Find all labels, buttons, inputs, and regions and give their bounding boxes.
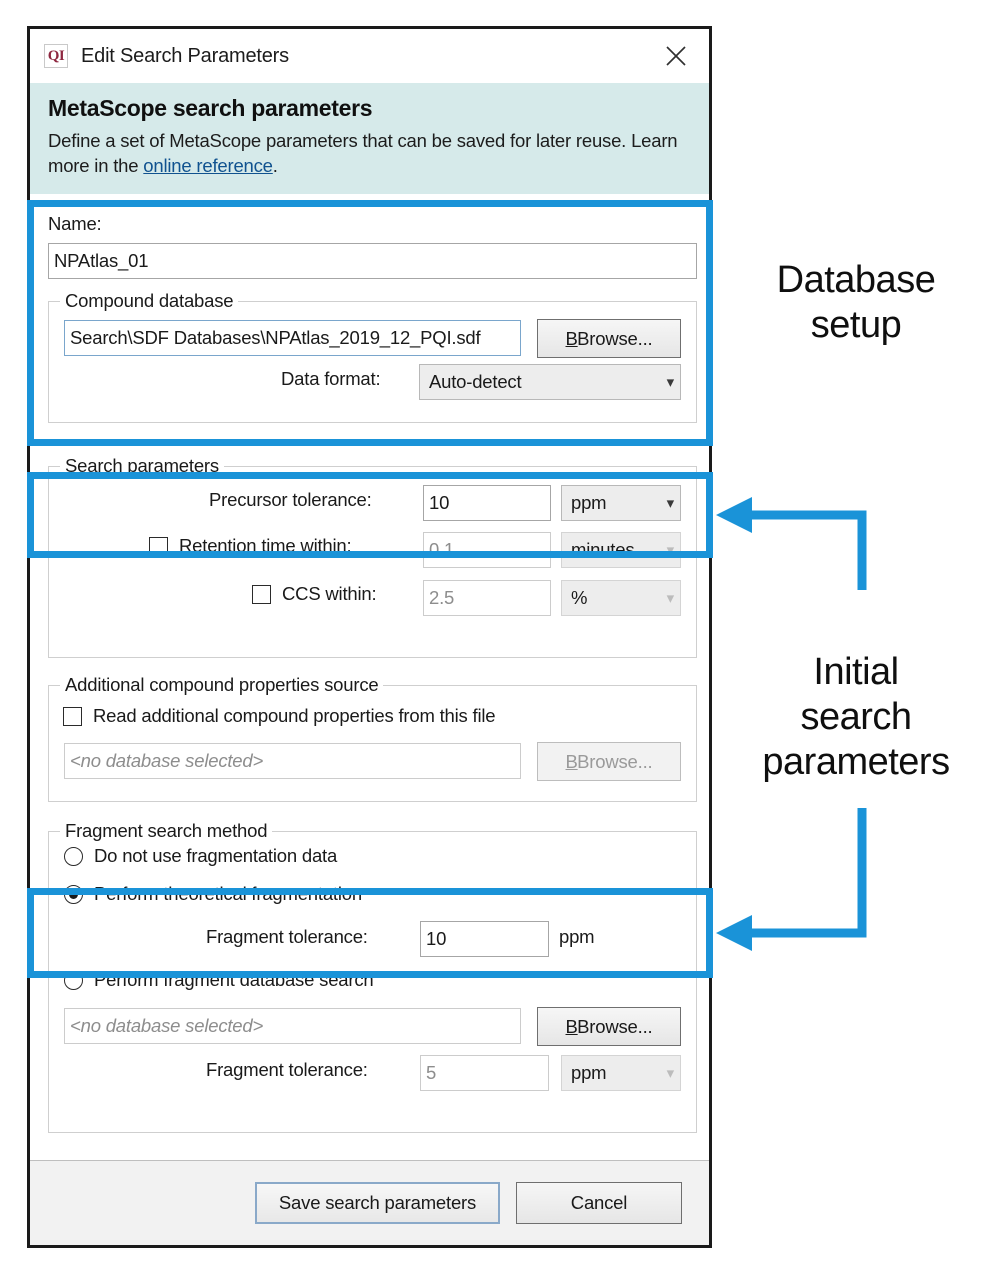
fragment-option-none-label: Do not use fragmentation data [94,845,338,867]
theoretical-tolerance-value: 10 [426,928,447,950]
fragment-option-database-row[interactable]: Perform fragment database search [64,969,374,991]
ccs-within-unit-value: % [571,587,588,609]
edit-search-parameters-dialog: QI Edit Search Parameters MetaScope sear… [27,26,712,1248]
fragment-option-none-radio[interactable] [64,846,83,866]
fragment-database-file-placeholder: <no database selected> [70,1015,264,1037]
name-input[interactable]: NPAtlas_01 [48,243,697,280]
fragment-option-theoretical-label: Perform theoretical fragmentation [94,883,362,905]
app-icon-label: QI [47,47,65,64]
data-format-value: Auto-detect [429,371,522,393]
fragment-database-browse-label: BBrowse... [565,1015,653,1037]
ccs-within-value: 2.5 [429,587,455,609]
banner-desc-text-2: . [272,154,278,176]
additional-properties-group-title: Additional compound properties source [60,674,384,697]
close-icon[interactable] [659,39,693,73]
dialog-body: Name: NPAtlas_01 Compound database Searc… [30,194,709,1245]
additional-properties-browse-label: BBrowse... [565,750,653,772]
ccs-within-label: CCS within: [282,583,377,605]
retention-time-checkbox[interactable] [149,536,168,556]
retention-time-unit-value: minutes [571,539,635,561]
retention-time-value: 0.1 [429,539,455,561]
ccs-within-row: CCS within: [252,583,377,605]
compound-database-path-input[interactable]: Search\SDF Databases\NPAtlas_2019_12_PQI… [64,320,521,357]
database-tolerance-unit-value: ppm [571,1062,607,1084]
fragment-search-method-group-title: Fragment search method [60,820,273,843]
additional-properties-checkbox-row: Read additional compound properties from… [63,705,496,727]
theoretical-tolerance-label: Fragment tolerance: [206,926,368,948]
precursor-tolerance-value: 10 [429,492,450,514]
fragment-search-method-group: Fragment search method Do not use fragme… [48,820,697,1134]
theoretical-tolerance-input[interactable]: 10 [420,921,549,958]
additional-properties-file-input[interactable]: <no database selected> [64,743,521,780]
database-tolerance-label-row: Fragment tolerance: [206,1059,368,1081]
additional-properties-checkbox[interactable] [63,706,82,726]
fragment-option-none-row[interactable]: Do not use fragmentation data [64,845,337,867]
title-bar: QI Edit Search Parameters [30,29,709,83]
compound-database-path-value: Search\SDF Databases\NPAtlas_2019_12_PQI… [70,327,481,349]
additional-properties-file-placeholder: <no database selected> [70,750,264,772]
name-label-row: Name: [48,213,102,235]
database-tolerance-value: 5 [426,1062,437,1084]
chevron-down-icon: ▾ [666,541,675,559]
fragment-option-database-label: Perform fragment database search [94,969,374,991]
ccs-within-checkbox[interactable] [252,584,271,604]
compound-database-group: Compound database Search\SDF Databases\N… [48,290,697,424]
data-format-select[interactable]: Auto-detect ▾ [419,364,681,401]
fragment-option-theoretical-radio[interactable] [64,884,83,904]
cancel-button[interactable]: Cancel [516,1182,682,1224]
database-tolerance-label: Fragment tolerance: [206,1059,368,1081]
database-tolerance-input[interactable]: 5 [420,1055,549,1092]
fragment-database-file-input[interactable]: <no database selected> [64,1008,521,1045]
header-banner: MetaScope search parameters Define a set… [30,83,709,195]
annotation-database-setup: Database setup [776,259,936,346]
banner-description: Define a set of MetaScope parameters tha… [48,129,691,178]
ccs-within-input[interactable]: 2.5 [423,580,551,617]
additional-properties-checkbox-label: Read additional compound properties from… [93,705,496,727]
data-format-label-row: Data format: [281,368,381,390]
theoretical-tolerance-unit: ppm [559,926,595,948]
theoretical-tolerance-label-row: Fragment tolerance: [206,926,368,948]
precursor-tolerance-input[interactable]: 10 [423,485,551,522]
additional-properties-browse-button[interactable]: BBrowse... [537,742,681,782]
banner-title: MetaScope search parameters [48,95,373,121]
chevron-down-icon: ▾ [666,589,675,607]
theoretical-tolerance-unit-row: ppm [559,926,595,948]
precursor-tolerance-unit-value: ppm [571,492,607,514]
additional-properties-group: Additional compound properties source Re… [48,674,697,803]
annotation-initial-search-parameters: Initial search parameters [762,651,950,783]
window-title: Edit Search Parameters [81,44,289,67]
compound-database-group-title: Compound database [60,290,239,313]
search-parameters-group-title: Search parameters [60,455,224,478]
compound-database-browse-label: BBrowse... [565,327,653,349]
name-input-value: NPAtlas_01 [54,250,149,272]
save-search-parameters-button[interactable]: Save search parameters [255,1182,500,1224]
ccs-within-unit-select[interactable]: % ▾ [561,580,681,617]
database-tolerance-unit-select[interactable]: ppm ▾ [561,1055,681,1092]
fragment-option-theoretical-row[interactable]: Perform theoretical fragmentation [64,883,362,905]
retention-time-label: Retention time within: [179,535,352,557]
retention-time-input[interactable]: 0.1 [423,532,551,569]
chevron-down-icon: ▾ [666,373,675,391]
chevron-down-icon: ▾ [666,1064,675,1082]
fragment-database-browse-button[interactable]: BBrowse... [537,1007,681,1047]
precursor-tolerance-unit-select[interactable]: ppm ▾ [561,485,681,522]
precursor-tolerance-label-row: Precursor tolerance: [209,489,372,511]
search-parameters-group: Search parameters Precursor tolerance: 1… [48,455,697,659]
app-icon: QI [44,44,68,68]
online-reference-link[interactable]: online reference [143,155,273,176]
chevron-down-icon: ▾ [666,494,675,512]
dialog-footer: Save search parameters Cancel [30,1160,709,1245]
fragment-option-database-radio[interactable] [64,970,83,990]
name-label: Name: [48,213,102,235]
data-format-label: Data format: [281,368,381,390]
precursor-tolerance-label: Precursor tolerance: [209,489,372,511]
retention-time-unit-select[interactable]: minutes ▾ [561,532,681,569]
retention-time-row: Retention time within: [149,535,352,557]
compound-database-browse-button[interactable]: BBrowse... [537,319,681,359]
